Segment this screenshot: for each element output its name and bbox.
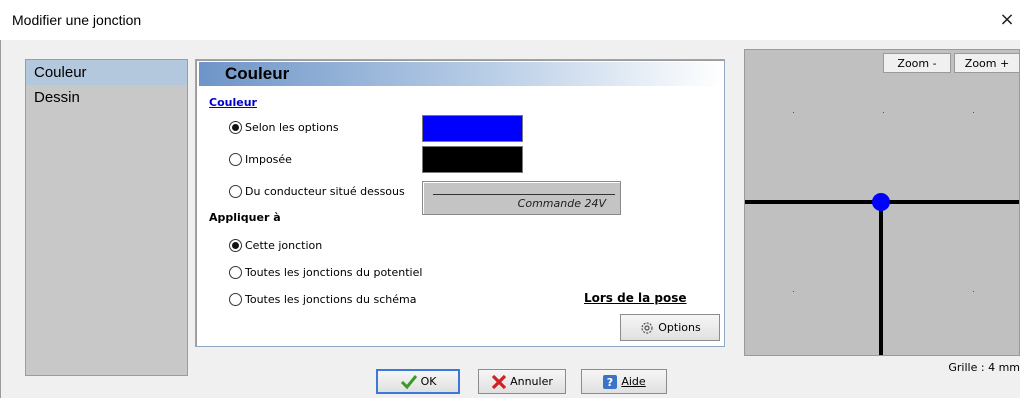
grid-dot [793,291,794,292]
radio-conducteur-dessous[interactable]: Du conducteur situé dessous [229,183,405,199]
close-icon[interactable]: × [998,9,1016,30]
checkmark-icon [400,374,418,390]
cancel-button-label: Annuler [510,375,553,388]
radio-jonctions-schema[interactable]: Toutes les jonctions du schéma [229,291,416,307]
radio-button[interactable] [229,184,242,198]
options-button-label: Options [658,321,701,334]
grid-dot [793,112,794,113]
options-button[interactable]: Options [620,314,720,341]
color-swatch-options[interactable] [422,115,523,142]
radio-button[interactable] [229,292,242,306]
color-swatch-imposee[interactable] [422,146,523,173]
zoom-out-button[interactable]: Zoom - [883,53,951,73]
nav-item-dessin[interactable]: Dessin [26,85,187,110]
radio-label: Selon les options [245,120,339,134]
preview-canvas [745,112,1019,355]
radio-jonctions-potentiel[interactable]: Toutes les jonctions du potentiel [229,264,422,280]
help-button[interactable]: ? Aide [581,369,667,394]
nav-item-couleur[interactable]: Couleur [26,60,187,85]
radio-selon-options[interactable]: Selon les options [229,119,339,135]
grid-dot [883,112,884,113]
cancel-button[interactable]: Annuler [478,369,566,394]
panel-header: Couleur [199,62,723,86]
conductor-preview: Commande 24V [422,181,621,215]
ok-button[interactable]: OK [376,369,460,394]
radio-imposee[interactable]: Imposée [229,151,292,167]
color-section-link[interactable]: Couleur [209,96,257,109]
radio-label: Toutes les jonctions du potentiel [245,265,423,279]
title-bar: Modifier une jonction × [0,0,1020,40]
conductor-line [433,194,615,195]
window-title: Modifier une jonction [12,12,142,28]
radio-label: Imposée [245,152,292,166]
grid-dot [973,112,974,113]
radio-button[interactable] [229,120,242,134]
ok-button-label: OK [420,375,437,388]
conductor-caption: Commande 24V [517,197,606,210]
help-button-label: Aide [621,375,646,388]
grid-size-label: Grille : 4 mm [948,361,1020,374]
radio-label: Cette jonction [245,238,323,252]
radio-button[interactable] [229,265,242,279]
radio-button[interactable] [229,152,242,166]
help-icon: ? [602,374,618,390]
svg-text:?: ? [607,376,613,389]
apply-section-title: Appliquer à [209,211,281,224]
junction-preview: Zoom - Zoom + [744,49,1020,356]
lors-de-la-pose-link[interactable]: Lors de la pose [584,291,687,305]
category-list: Couleur Dessin [25,59,188,376]
grid-dot [973,291,974,292]
radio-label: Du conducteur situé dessous [245,184,405,198]
radio-cette-jonction[interactable]: Cette jonction [229,237,322,253]
panel-title: Couleur [225,64,290,83]
cross-icon [491,374,507,390]
gear-icon [639,320,655,336]
radio-button[interactable] [229,238,242,252]
zoom-in-button[interactable]: Zoom + [954,53,1019,73]
junction-dot [872,193,890,211]
radio-label: Toutes les jonctions du schéma [245,292,417,306]
